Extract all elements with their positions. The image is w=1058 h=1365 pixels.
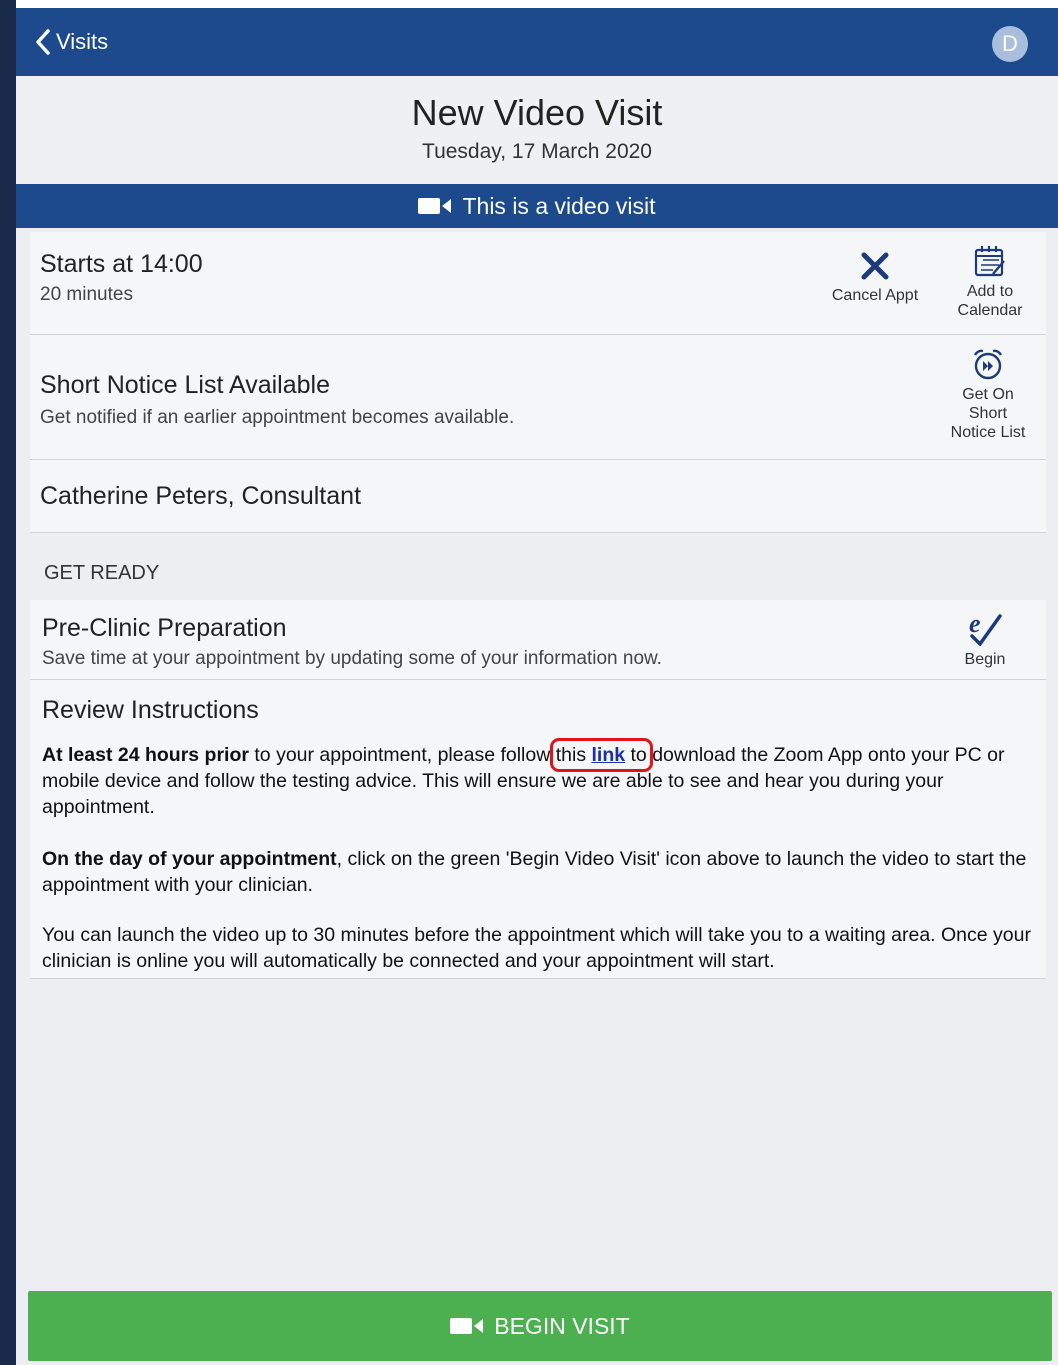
short-notice-card: Short Notice List Available Get notified… xyxy=(30,335,1046,460)
user-avatar[interactable]: D xyxy=(992,26,1028,62)
pre-clinic-title: Pre-Clinic Preparation xyxy=(42,614,287,642)
instruction-paragraph-2: On the day of your appointment, click on… xyxy=(42,846,1032,898)
e-check-icon: e xyxy=(969,610,1002,646)
visit-header: New Video Visit Tuesday, 17 March 2020 xyxy=(16,76,1058,184)
cancel-appt-label: Cancel Appt xyxy=(831,287,919,304)
visit-date: Tuesday, 17 March 2020 xyxy=(422,140,652,163)
svg-text:e: e xyxy=(969,610,981,638)
begin-visit-label: BEGIN VISIT xyxy=(494,1312,630,1339)
instruction-1-text-a: to your appointment, please follow xyxy=(248,744,556,766)
pre-clinic-subtitle: Save time at your appointment by updatin… xyxy=(42,648,662,669)
short-notice-label-1: Get On xyxy=(962,386,1014,403)
video-camera-icon xyxy=(418,198,452,214)
close-icon xyxy=(861,252,889,280)
back-button[interactable]: Visits xyxy=(34,26,108,58)
add-to-calendar-button[interactable]: Add to Calendar xyxy=(940,244,1040,320)
back-label: Visits xyxy=(56,29,109,54)
instruction-1-bold: At least 24 hours prior xyxy=(42,744,249,766)
review-instructions-card: Review Instructions At least 24 hours pr… xyxy=(30,680,1046,979)
cancel-appointment-button[interactable]: Cancel Appt xyxy=(820,250,930,305)
short-notice-subtitle: Get notified if an earlier appointment b… xyxy=(40,407,515,428)
video-camera-icon xyxy=(450,1318,484,1334)
video-banner-text: This is a video visit xyxy=(462,192,656,219)
short-notice-label-2: Short xyxy=(968,405,1008,422)
get-on-short-notice-list-button[interactable]: Get On Short Notice List xyxy=(934,347,1042,442)
clinician-name: Catherine Peters, Consultant xyxy=(40,482,362,510)
clinician-card: Catherine Peters, Consultant xyxy=(30,460,1046,533)
video-visit-banner: This is a video visit xyxy=(16,184,1058,228)
pre-clinic-card: Pre-Clinic Preparation Save time at your… xyxy=(30,600,1046,680)
calendar-icon xyxy=(974,246,1005,277)
get-ready-section-label: GET READY xyxy=(44,562,160,584)
instruction-1-to: to xyxy=(625,744,647,766)
duration: 20 minutes xyxy=(40,284,133,305)
begin-visit-button[interactable]: BEGIN VISIT xyxy=(28,1291,1052,1361)
instruction-1-this: this xyxy=(555,744,592,766)
alarm-clock-icon xyxy=(973,349,1003,380)
add-to-calendar-label-2: Calendar xyxy=(957,302,1023,319)
add-to-calendar-label-1: Add to xyxy=(966,283,1014,300)
page-title: New Video Visit xyxy=(411,92,663,133)
begin-label: Begin xyxy=(964,651,1006,668)
instruction-paragraph-3: You can launch the video up to 30 minute… xyxy=(42,924,1031,972)
top-nav-bar: Visits D xyxy=(16,8,1058,76)
highlighted-link-region: this link to xyxy=(549,738,653,772)
review-instructions-title: Review Instructions xyxy=(42,696,259,724)
zoom-download-link[interactable]: link xyxy=(592,744,626,766)
app-screen: Visits D New Video Visit Tuesday, 17 Mar… xyxy=(16,8,1058,1365)
appointment-time-card: Starts at 14:00 20 minutes Cancel Appt A… xyxy=(30,232,1046,335)
begin-preclinic-button[interactable]: e Begin xyxy=(945,610,1025,669)
instruction-paragraph-1: At least 24 hours prior to your appointm… xyxy=(42,738,1032,820)
short-notice-label-3: Notice List xyxy=(950,424,1026,441)
short-notice-title: Short Notice List Available xyxy=(40,371,330,399)
chevron-left-icon xyxy=(36,29,50,55)
instruction-2-bold: On the day of your appointment xyxy=(42,848,337,870)
device-frame-left xyxy=(0,0,16,1365)
start-time: Starts at 14:00 xyxy=(40,250,203,278)
device-frame-top xyxy=(0,0,1058,8)
